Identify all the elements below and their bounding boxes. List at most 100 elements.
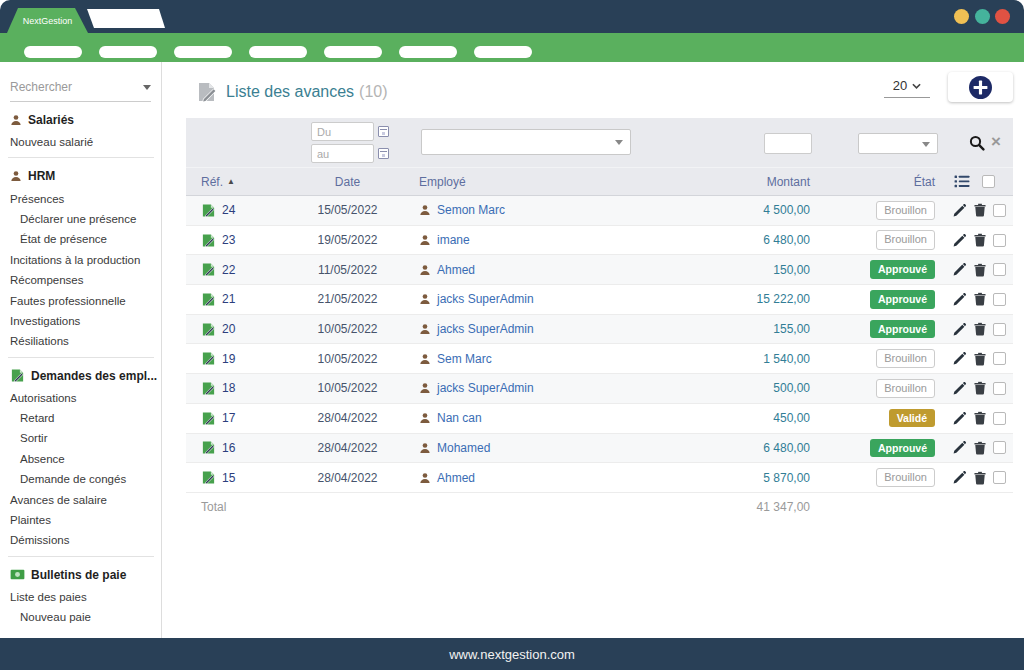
row-checkbox[interactable] — [993, 293, 1006, 306]
delete-icon[interactable] — [974, 441, 986, 455]
nav-menu-item-3[interactable] — [174, 46, 232, 58]
delete-icon[interactable] — [974, 263, 986, 277]
ref-link[interactable]: 15 — [222, 471, 235, 485]
list-icon[interactable] — [954, 175, 970, 188]
sidebar-item-resiliations[interactable]: Résiliations — [0, 331, 161, 351]
calendar-icon[interactable] — [378, 148, 389, 159]
amount-filter-input[interactable] — [764, 133, 812, 154]
row-checkbox[interactable] — [993, 234, 1006, 247]
sidebar-item-incitations-a-la-production[interactable]: Incitations à la production — [0, 250, 161, 270]
nav-menu-item-6[interactable] — [399, 46, 457, 58]
sidebar-section-bulletins-de-paie[interactable]: Bulletins de paie — [10, 565, 151, 585]
delete-icon[interactable] — [974, 233, 986, 247]
delete-icon[interactable] — [974, 411, 986, 425]
delete-icon[interactable] — [974, 203, 986, 217]
row-checkbox[interactable] — [993, 441, 1006, 454]
row-checkbox[interactable] — [993, 263, 1006, 276]
sidebar-item-fautes-professionnelle[interactable]: Fautes professionnelle — [0, 290, 161, 310]
employee-filter-select[interactable] — [421, 129, 631, 155]
sidebar-item-sortir[interactable]: Sortir — [0, 428, 161, 448]
sidebar-item-presences[interactable]: Présences — [0, 188, 161, 208]
nav-menu-item-2[interactable] — [99, 46, 157, 58]
sidebar-item-liste-des-paies[interactable]: Liste des paies — [0, 587, 161, 607]
ref-link[interactable]: 24 — [222, 203, 235, 217]
brand-logo[interactable]: NextGestion — [7, 8, 88, 33]
window-close-dot[interactable] — [995, 9, 1010, 24]
nav-menu-item-1[interactable] — [24, 46, 82, 58]
edit-icon[interactable] — [952, 322, 967, 337]
employee-link[interactable]: Nan can — [437, 411, 482, 425]
status-filter-select[interactable] — [858, 133, 938, 154]
ref-link[interactable]: 20 — [222, 322, 235, 336]
search-icon[interactable] — [969, 135, 985, 151]
ref-link[interactable]: 23 — [222, 233, 235, 247]
delete-icon[interactable] — [974, 381, 986, 395]
nav-menu-item-4[interactable] — [249, 46, 307, 58]
sidebar-item-investigations[interactable]: Investigations — [0, 311, 161, 331]
edit-icon[interactable] — [952, 203, 967, 218]
calendar-icon[interactable] — [378, 126, 389, 137]
row-checkbox[interactable] — [993, 352, 1006, 365]
date-to-input[interactable]: au — [311, 144, 374, 163]
edit-icon[interactable] — [952, 233, 967, 248]
sidebar-item-autorisations[interactable]: Autorisations — [0, 388, 161, 408]
sidebar-item-demande-de-conges[interactable]: Demande de congés — [0, 469, 161, 489]
ref-link[interactable]: 17 — [222, 411, 235, 425]
sidebar-item-absence[interactable]: Absence — [0, 449, 161, 469]
sidebar-section-hrm[interactable]: HRM — [10, 166, 151, 186]
employee-link[interactable]: Semon Marc — [437, 203, 505, 217]
row-checkbox[interactable] — [993, 471, 1006, 484]
edit-icon[interactable] — [952, 381, 967, 396]
row-checkbox[interactable] — [993, 382, 1006, 395]
delete-icon[interactable] — [974, 292, 986, 306]
edit-icon[interactable] — [952, 411, 967, 426]
sidebar-section-salaries[interactable]: Salariés — [10, 110, 151, 130]
sidebar-item-nouveau-paie[interactable]: Nouveau paie — [0, 607, 161, 627]
sidebar-item-avances-de-salaire[interactable]: Avances de salaire — [0, 489, 161, 509]
edit-icon[interactable] — [952, 440, 967, 455]
row-checkbox[interactable] — [993, 323, 1006, 336]
window-minimize-dot[interactable] — [954, 9, 969, 24]
sidebar-section-demandes-des-empl[interactable]: Demandes des empl... — [10, 366, 151, 386]
employee-link[interactable]: jacks SuperAdmin — [437, 322, 534, 336]
sidebar-item-nouveau-salarie[interactable]: Nouveau salarié — [0, 132, 161, 152]
delete-icon[interactable] — [974, 322, 986, 336]
window-maximize-dot[interactable] — [975, 9, 990, 24]
clear-filter-icon[interactable]: × — [991, 130, 1001, 154]
employee-link[interactable]: Ahmed — [437, 263, 475, 277]
employee-link[interactable]: Ahmed — [437, 471, 475, 485]
employee-link[interactable]: Sem Marc — [437, 352, 492, 366]
date-from-input[interactable]: Du — [311, 122, 374, 141]
employee-link[interactable]: jacks SuperAdmin — [437, 292, 534, 306]
edit-icon[interactable] — [952, 262, 967, 277]
add-advance-button[interactable] — [948, 72, 1013, 102]
nav-menu-item-7[interactable] — [474, 46, 532, 58]
employee-link[interactable]: imane — [437, 233, 470, 247]
sidebar-item-retard[interactable]: Retard — [0, 408, 161, 428]
edit-icon[interactable] — [952, 351, 967, 366]
sidebar-search[interactable]: Rechercher — [10, 80, 151, 102]
sidebar-item-plaintes[interactable]: Plaintes — [0, 510, 161, 530]
column-header-ref[interactable]: Réf.▲ — [186, 175, 296, 189]
ref-link[interactable]: 19 — [222, 352, 235, 366]
employee-link[interactable]: jacks SuperAdmin — [437, 381, 534, 395]
page-size-select[interactable]: 20 — [884, 78, 930, 98]
sidebar-item-etat-de-presence[interactable]: État de présence — [0, 229, 161, 249]
row-checkbox[interactable] — [993, 412, 1006, 425]
delete-icon[interactable] — [974, 471, 986, 485]
select-all-checkbox[interactable] — [982, 175, 995, 188]
employee-link[interactable]: Mohamed — [437, 441, 490, 455]
ref-link[interactable]: 21 — [222, 292, 235, 306]
nav-menu-item-5[interactable] — [324, 46, 382, 58]
edit-icon[interactable] — [952, 292, 967, 307]
edit-icon[interactable] — [952, 470, 967, 485]
ref-link[interactable]: 18 — [222, 381, 235, 395]
advance-doc-icon — [201, 470, 216, 485]
ref-link[interactable]: 16 — [222, 441, 235, 455]
ref-link[interactable]: 22 — [222, 263, 235, 277]
row-checkbox[interactable] — [993, 204, 1006, 217]
sidebar-item-declarer-une-presence[interactable]: Déclarer une présence — [0, 209, 161, 229]
delete-icon[interactable] — [974, 352, 986, 366]
sidebar-item-recompenses[interactable]: Récompenses — [0, 270, 161, 290]
sidebar-item-demissions[interactable]: Démissions — [0, 530, 161, 550]
